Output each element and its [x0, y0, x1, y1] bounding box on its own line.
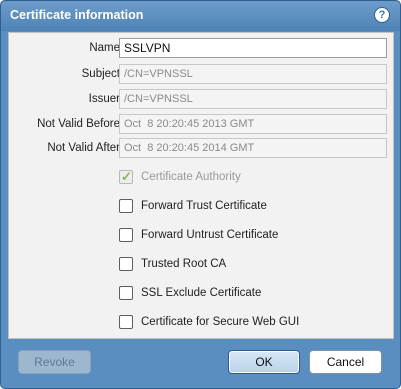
revoke-button[interactable]: Revoke — [18, 350, 91, 374]
not-valid-before-field[interactable]: Oct 8 20:20:45 2013 GMT — [119, 114, 387, 134]
not-valid-after-label: Not Valid After — [47, 142, 120, 154]
dialog-footer: Revoke OK Cancel — [1, 341, 400, 388]
issuer-label: Issuer — [88, 93, 120, 105]
dialog-title: Certificate information — [10, 8, 144, 22]
checkbox-row-forward-trust[interactable]: Forward Trust Certificate — [119, 199, 389, 215]
name-label: Name — [89, 42, 120, 54]
subject-label: Subject — [81, 68, 120, 80]
certificate-authority-label: Certificate Authority — [141, 171, 241, 183]
secure-web-gui-label: Certificate for Secure Web GUI — [141, 316, 300, 328]
name-input[interactable]: SSLVPN — [119, 38, 387, 58]
dialog-body: Name SSLVPN Subject /CN=VPNSSL Issuer /C… — [8, 32, 394, 339]
forward-untrust-label: Forward Untrust Certificate — [141, 229, 279, 241]
ok-button[interactable]: OK — [228, 350, 300, 374]
checkbox-row-forward-untrust[interactable]: Forward Untrust Certificate — [119, 228, 389, 244]
checkbox-row-certificate-authority[interactable]: ✓ Certificate Authority — [119, 169, 389, 186]
secure-web-gui-checkbox[interactable] — [119, 315, 133, 329]
trusted-root-ca-checkbox[interactable] — [119, 257, 133, 271]
check-mark-icon: ✓ — [121, 169, 132, 184]
issuer-field[interactable]: /CN=VPNSSL — [119, 89, 387, 109]
field-row-not-valid-before: Not Valid Before Oct 8 20:20:45 2013 GMT — [9, 114, 395, 136]
forward-trust-checkbox[interactable] — [119, 199, 133, 213]
subject-field[interactable]: /CN=VPNSSL — [119, 64, 387, 84]
ssl-exclude-checkbox[interactable] — [119, 286, 133, 300]
not-valid-after-field[interactable]: Oct 8 20:20:45 2014 GMT — [119, 138, 387, 158]
field-row-name: Name SSLVPN — [9, 38, 395, 60]
checkbox-row-secure-web-gui[interactable]: Certificate for Secure Web GUI — [119, 315, 389, 331]
field-row-subject: Subject /CN=VPNSSL — [9, 64, 395, 86]
ssl-exclude-label: SSL Exclude Certificate — [141, 287, 262, 299]
field-row-issuer: Issuer /CN=VPNSSL — [9, 89, 395, 111]
trusted-root-ca-label: Trusted Root CA — [141, 258, 227, 270]
certificate-authority-checkbox[interactable]: ✓ — [119, 169, 133, 184]
field-row-not-valid-after: Not Valid After Oct 8 20:20:45 2014 GMT — [9, 138, 395, 160]
not-valid-before-label: Not Valid Before — [37, 118, 120, 130]
checkbox-row-ssl-exclude[interactable]: SSL Exclude Certificate — [119, 286, 389, 302]
certificate-information-dialog: Certificate information ? Name SSLVPN Su… — [0, 0, 401, 389]
checkbox-row-trusted-root-ca[interactable]: Trusted Root CA — [119, 257, 389, 273]
cancel-button[interactable]: Cancel — [309, 350, 382, 374]
forward-trust-label: Forward Trust Certificate — [141, 200, 267, 212]
forward-untrust-checkbox[interactable] — [119, 228, 133, 242]
dialog-titlebar: Certificate information ? — [1, 1, 400, 31]
help-icon[interactable]: ? — [374, 7, 390, 23]
